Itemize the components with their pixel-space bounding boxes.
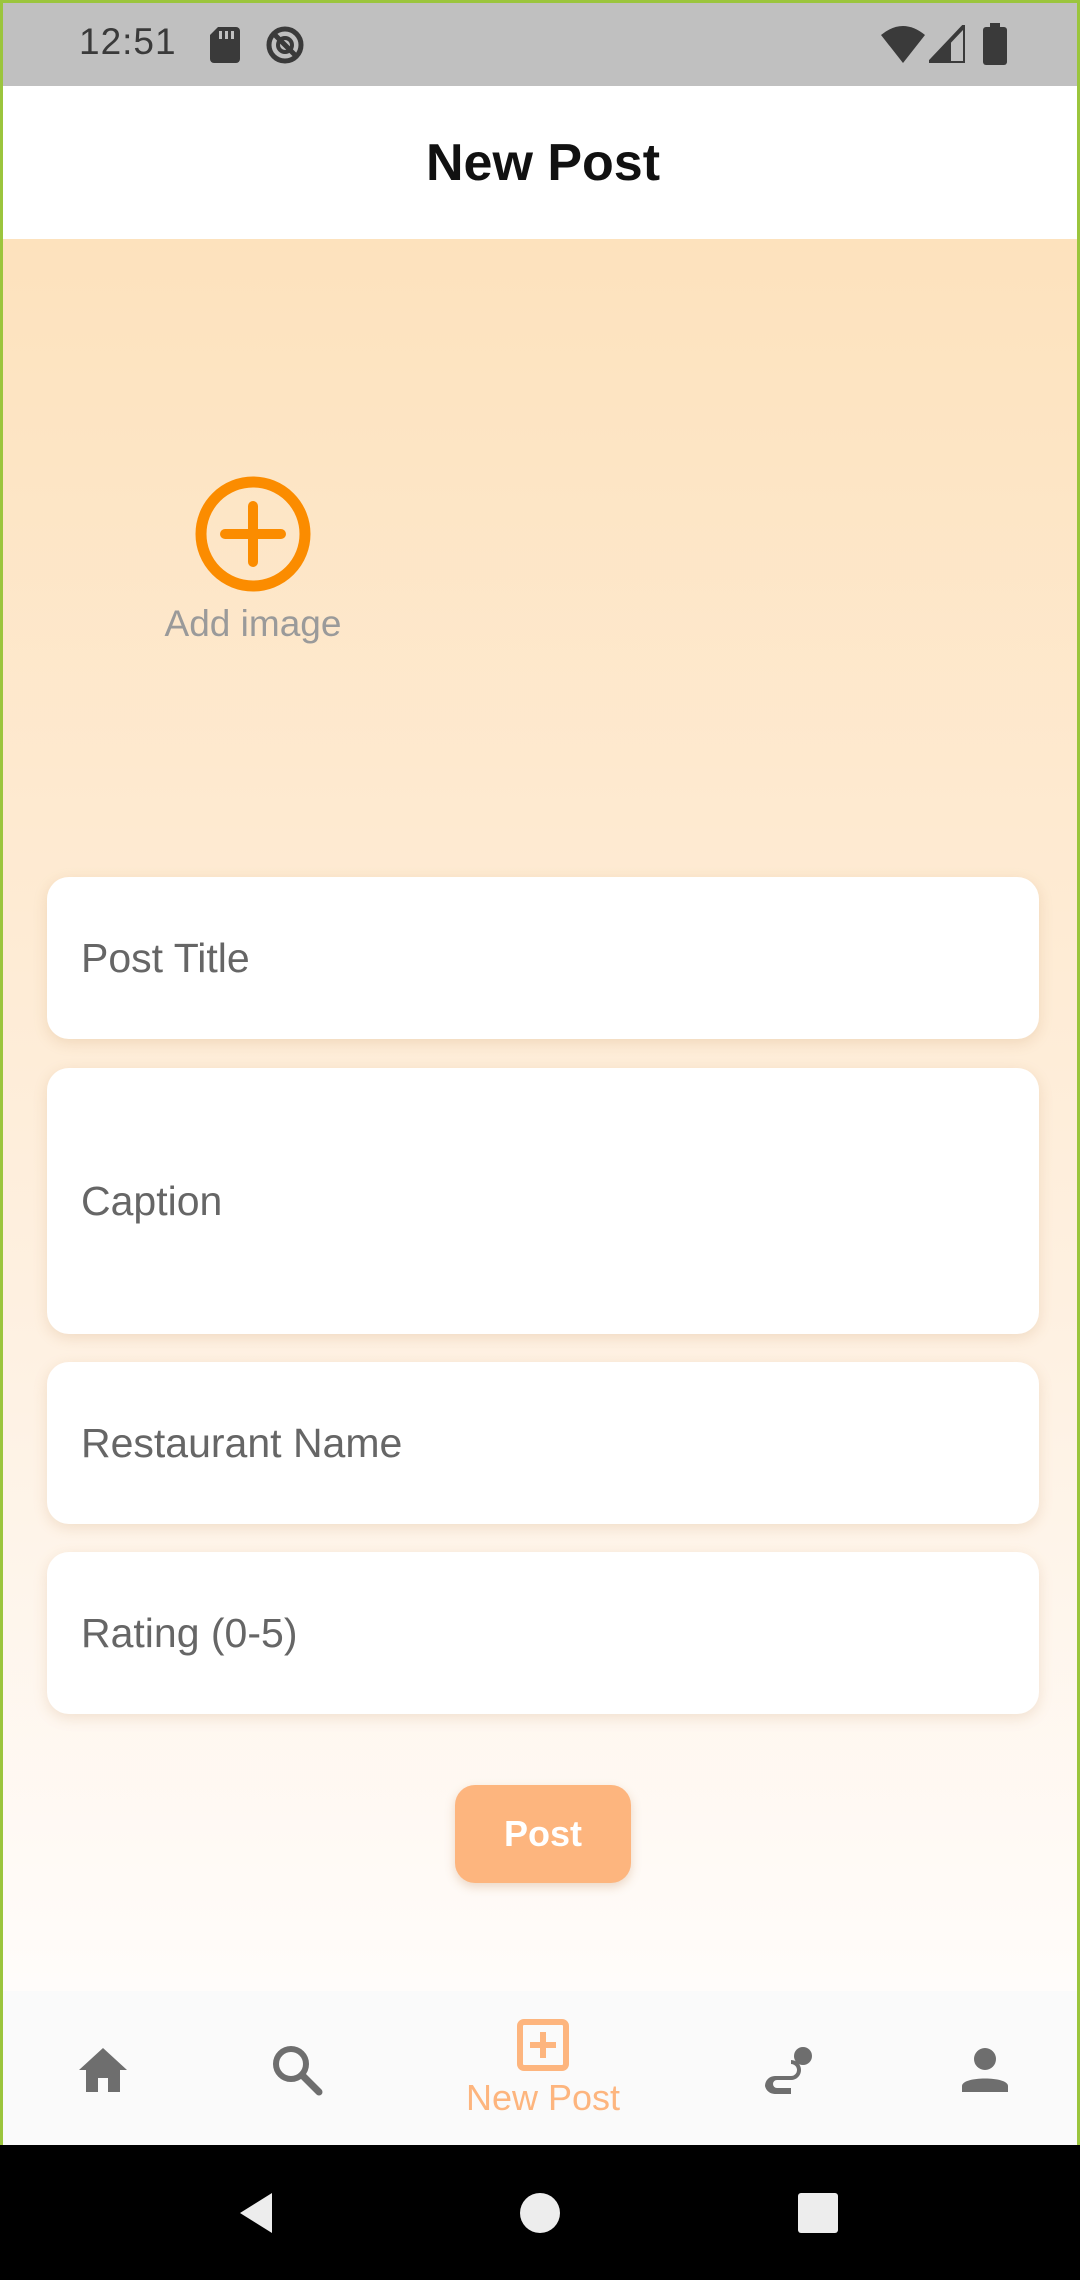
restaurant-name-input[interactable] <box>81 1419 1039 1467</box>
home-icon <box>79 2047 127 2092</box>
battery-icon <box>983 23 1007 65</box>
add-image-button[interactable]: Add image <box>153 475 353 675</box>
add-image-label: Add image <box>164 603 342 644</box>
sd-card-icon <box>210 27 240 63</box>
post-title-input[interactable] <box>81 934 1039 982</box>
nav-item-profile[interactable] <box>935 1991 1035 2145</box>
post-title-field-container <box>47 877 1039 1039</box>
status-time: 12:51 <box>79 21 177 62</box>
home-circle-icon[interactable] <box>512 2185 568 2241</box>
caption-input[interactable] <box>81 1177 1039 1225</box>
page-title: New Post <box>425 133 661 192</box>
nav-item-label: New Post <box>465 2076 621 2118</box>
social-icon <box>765 2046 812 2094</box>
search-icon <box>273 2045 323 2095</box>
app-bar: New Post <box>3 86 1077 239</box>
restaurant-name-field-container <box>47 1362 1039 1524</box>
nav-item-search[interactable] <box>247 1991 347 2145</box>
rating-input[interactable] <box>81 1609 1039 1657</box>
person-icon <box>962 2047 1008 2092</box>
add-circle-icon <box>195 476 311 592</box>
recents-icon[interactable] <box>790 2185 846 2241</box>
bottom-nav: New Post <box>3 1989 1077 2145</box>
app-frame: 12:51 New Post Add image Post Title Capt… <box>0 0 1080 2145</box>
add-box-icon <box>517 2018 569 2071</box>
signal-icon <box>929 25 965 63</box>
post-button[interactable]: Post <box>455 1785 631 1883</box>
nav-item-new-post[interactable]: New Post <box>443 1989 643 2145</box>
do-not-disturb-icon <box>266 26 304 64</box>
rating-field-container <box>47 1552 1039 1714</box>
nav-item-home[interactable] <box>53 1991 153 2145</box>
nav-item-social[interactable] <box>739 1991 839 2145</box>
caption-field-container <box>47 1068 1039 1334</box>
back-icon[interactable] <box>232 2185 288 2241</box>
new-post-form: Add image Post <box>3 239 1077 1991</box>
wifi-icon <box>881 26 925 63</box>
system-nav-bar <box>0 2145 1080 2280</box>
status-bar: 12:51 <box>3 3 1077 86</box>
